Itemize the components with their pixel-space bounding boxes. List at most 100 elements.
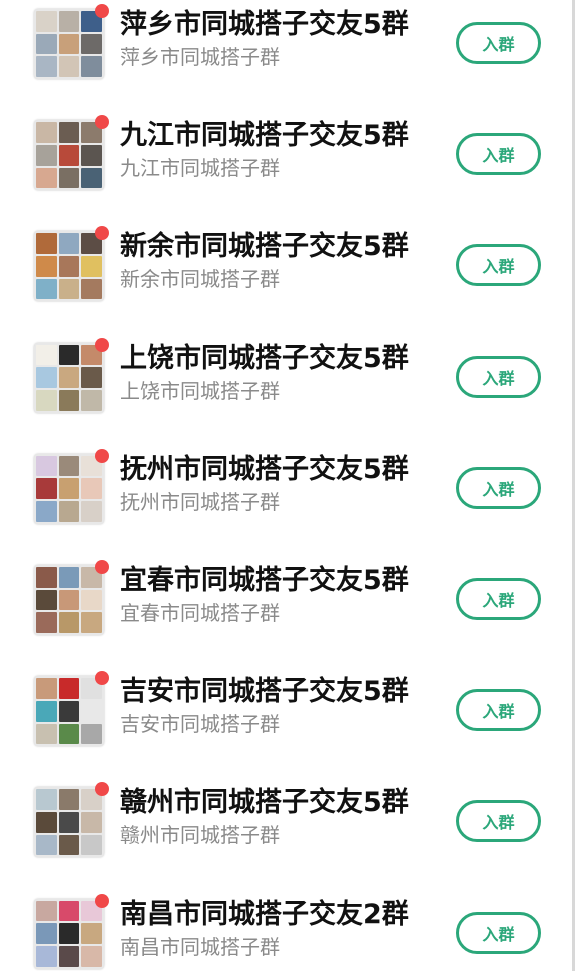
unread-dot: [95, 671, 109, 686]
avatar-tile: [81, 367, 102, 388]
avatar-tile: [58, 812, 80, 833]
avatar-tile: [36, 567, 57, 588]
group-row[interactable]: 抚州市同城搭子交友5群抚州市同城搭子群 入群: [0, 445, 572, 556]
avatar-tile: [58, 501, 80, 522]
group-subtitle: 赣州市同城搭子群: [120, 823, 280, 848]
avatar-tile: [58, 278, 80, 300]
group-avatar: [34, 120, 104, 191]
group-avatar: [34, 565, 104, 635]
avatar-tile: [81, 144, 102, 166]
group-row[interactable]: 上饶市同城搭子交友5群上饶市同城搭子群 入群: [0, 334, 572, 445]
avatar-tile: [36, 789, 57, 811]
avatar-tile: [36, 122, 57, 143]
avatar-tile: [58, 256, 80, 277]
group-row[interactable]: 宜春市同城搭子交友5群 宜春市同城搭子群 入群: [0, 556, 572, 667]
avatar-tile: [36, 233, 57, 255]
group-row[interactable]: 萍乡市同城搭子交友5群 萍乡市同城搭子群 入群: [0, 0, 572, 111]
avatar-tile: [36, 455, 57, 477]
avatar-tile: [58, 834, 80, 856]
avatar-tile: [58, 122, 80, 143]
avatar-tile: [81, 945, 102, 967]
group-subtitle: 上饶市同城搭子群: [120, 378, 280, 403]
avatar-tile: [36, 945, 57, 967]
avatar-tile: [36, 56, 57, 77]
avatar-tile: [58, 567, 80, 588]
avatar-tile: [81, 700, 102, 722]
avatar-tile: [36, 389, 57, 411]
group-row[interactable]: 九江市同城搭子交友5群九江市同城搭子群 入群: [0, 111, 572, 222]
avatar-tile: [36, 723, 57, 745]
group-subtitle: 抚州市同城搭子群: [120, 489, 280, 514]
group-subtitle: 九江市同城搭子群: [120, 156, 280, 181]
group-title: 上饶市同城搭子交友5群: [120, 342, 409, 374]
group-title: 抚州市同城搭子交友5群: [120, 453, 409, 485]
avatar-tile: [36, 278, 57, 300]
group-title: 九江市同城搭子交友5群: [120, 120, 409, 152]
group-list: 萍乡市同城搭子交友5群 萍乡市同城搭子群 入群 九江市同城搭子交友5群 九江市同城搭子群…: [0, 0, 575, 971]
avatar-tile: [58, 589, 80, 611]
join-group-button[interactable]: 入群: [456, 466, 541, 509]
group-avatar: [34, 9, 104, 79]
avatar-tile: [58, 144, 80, 166]
avatar-tile: [58, 455, 80, 477]
group-row[interactable]: 赣州市同城搭子交友5群赣州市同城搭子群 入群: [0, 778, 572, 889]
avatar-tile: [58, 56, 80, 77]
avatar-tile: [36, 589, 57, 611]
group-title: 南昌市同城搭子交友2群: [120, 898, 409, 930]
avatar-tile: [81, 167, 102, 189]
join-group-button[interactable]: 入群: [456, 800, 541, 843]
avatar-tile: [36, 612, 57, 633]
avatar-tile: [36, 923, 57, 944]
group-subtitle: 宜春市同城搭子群: [120, 601, 280, 625]
avatar-tile: [36, 812, 57, 833]
unread-dot: [95, 4, 109, 18]
avatar-tile: [81, 589, 102, 611]
avatar-tile: [58, 344, 80, 366]
group-avatar: [34, 342, 104, 413]
group-row[interactable]: 南昌市同城搭子交友2群南昌市同城搭子群 入群: [0, 890, 572, 971]
avatar-tile: [81, 834, 102, 856]
group-avatar: [34, 231, 104, 302]
group-subtitle: 南昌市同城搭子群: [120, 934, 280, 959]
avatar-tile: [81, 812, 102, 833]
avatar-tile: [81, 278, 102, 300]
avatar-tile: [36, 501, 57, 522]
group-subtitle: 萍乡市同城搭子群: [120, 45, 280, 69]
group-avatar: [34, 676, 104, 747]
join-group-button[interactable]: 入群: [456, 578, 541, 620]
avatar-tile: [81, 389, 102, 411]
join-group-button[interactable]: 入群: [456, 244, 541, 287]
group-title: 吉安市同城搭子交友5群: [120, 676, 409, 708]
join-group-button[interactable]: 入群: [456, 689, 541, 732]
unread-dot: [95, 448, 109, 463]
avatar-tile: [36, 256, 57, 277]
avatar-tile: [58, 900, 80, 922]
avatar-tile: [58, 233, 80, 255]
avatar-tile: [36, 144, 57, 166]
unread-dot: [95, 560, 109, 574]
unread-dot: [95, 226, 109, 241]
avatar-tile: [36, 11, 57, 32]
avatar-tile: [36, 678, 57, 699]
avatar-tile: [81, 723, 102, 745]
join-group-button[interactable]: 入群: [456, 22, 541, 64]
avatar-tile: [58, 923, 80, 944]
group-row[interactable]: 吉安市同城搭子交友5群 吉安市同城搭子群 入群: [0, 667, 572, 778]
join-group-button[interactable]: 入群: [456, 911, 541, 954]
avatar-tile: [36, 834, 57, 856]
avatar-tile: [58, 167, 80, 189]
join-group-button[interactable]: 入群: [456, 355, 541, 398]
avatar-tile: [36, 478, 57, 500]
avatar-tile: [58, 612, 80, 633]
group-title: 赣州市同城搭子交友5群: [120, 787, 409, 819]
avatar-tile: [58, 700, 80, 722]
join-group-button[interactable]: 入群: [456, 133, 541, 176]
avatar-tile: [81, 56, 102, 77]
avatar-tile: [36, 700, 57, 722]
group-row[interactable]: 新余市同城搭子交友5群 新余市同城搭子群 入群: [0, 222, 572, 333]
group-avatar: [34, 898, 104, 969]
avatar-tile: [58, 33, 80, 55]
avatar-tile: [58, 478, 80, 500]
avatar-tile: [58, 945, 80, 967]
group-avatar: [34, 787, 104, 858]
